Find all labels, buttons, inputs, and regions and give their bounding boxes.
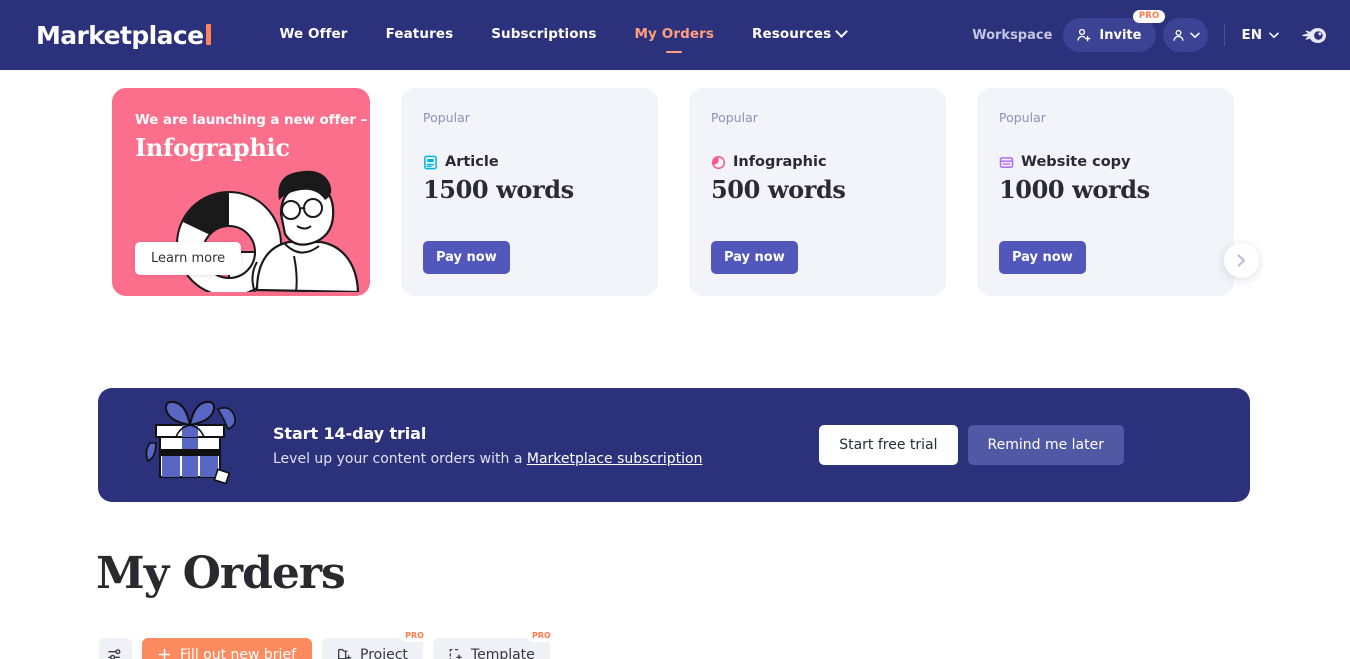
- nav-label: My Orders: [635, 26, 714, 42]
- language-label: EN: [1241, 27, 1262, 43]
- gift-box-illustration: [138, 397, 243, 493]
- nav-item-subscriptions[interactable]: Subscriptions: [491, 26, 596, 44]
- folder-plus-icon: [337, 647, 352, 659]
- chevron-down-icon: [835, 25, 848, 38]
- new-brief-label: Fill out new brief: [180, 647, 296, 659]
- user-plus-icon: [1076, 27, 1092, 43]
- pro-badge: PRO: [1133, 10, 1166, 23]
- marketplace-subscription-link[interactable]: Marketplace subscription: [527, 451, 703, 467]
- template-add-icon: [448, 647, 463, 659]
- template-label: Template: [471, 647, 535, 659]
- user-avatar-icon: [1171, 28, 1186, 43]
- trial-subtitle-prefix: Level up your content orders with a: [273, 451, 527, 467]
- offer-card-article[interactable]: Popular Article 1500 words Pay now: [401, 88, 658, 296]
- logo-text: Marketplace: [36, 21, 203, 50]
- plus-icon: [158, 648, 171, 659]
- pay-now-button[interactable]: Pay now: [711, 241, 798, 274]
- promo-title: Infographic: [135, 133, 290, 162]
- invite-button[interactable]: Invite PRO: [1063, 18, 1156, 52]
- pro-badge: PRO: [400, 630, 429, 642]
- offers-carousel: We are launching a new offer – Infograph…: [112, 88, 1234, 296]
- offer-type-row: Infographic: [711, 154, 924, 170]
- nav-item-features[interactable]: Features: [386, 26, 454, 44]
- offer-words: 1000 words: [999, 175, 1212, 204]
- popular-badge: Popular: [423, 110, 636, 125]
- pay-now-button[interactable]: Pay now: [423, 241, 510, 274]
- project-button[interactable]: Project PRO: [322, 638, 423, 659]
- popular-badge: Popular: [711, 110, 924, 125]
- template-button[interactable]: Template PRO: [433, 638, 550, 659]
- nav-item-my-orders[interactable]: My Orders: [635, 26, 714, 44]
- offer-type-row: Article: [423, 154, 636, 170]
- trial-title: Start 14-day trial: [273, 424, 703, 443]
- chevron-right-icon: [1237, 254, 1246, 267]
- nav-item-we-offer[interactable]: We Offer: [279, 26, 347, 44]
- filters-icon: [107, 646, 124, 659]
- header-divider: [1224, 24, 1225, 46]
- offer-card-website-copy[interactable]: Popular Website copy 1000 words Pay now: [977, 88, 1234, 296]
- nav-label: Resources: [752, 26, 831, 42]
- promo-eyebrow: We are launching a new offer –: [135, 112, 367, 128]
- offer-type-label: Website copy: [1021, 154, 1131, 170]
- user-account-menu[interactable]: [1163, 18, 1208, 52]
- nav-label: Features: [386, 26, 454, 42]
- header-actions: Workspace Invite PRO EN: [972, 18, 1328, 52]
- main-nav: We Offer Features Subscriptions My Order…: [279, 26, 846, 44]
- trial-actions: Start free trial Remind me later: [819, 425, 1224, 465]
- workspace-label: Workspace: [972, 28, 1052, 43]
- offer-words: 500 words: [711, 175, 924, 204]
- start-free-trial-button[interactable]: Start free trial: [819, 425, 957, 465]
- orders-toolbar: Fill out new brief Project PRO Template …: [99, 638, 550, 659]
- offer-type-row: Website copy: [999, 154, 1212, 170]
- app-logo[interactable]: Marketplace: [36, 21, 211, 50]
- remind-me-later-button[interactable]: Remind me later: [968, 425, 1124, 465]
- browser-window-icon: [999, 155, 1014, 170]
- page-title: My Orders: [96, 548, 345, 599]
- logo-accent-bar: [206, 24, 211, 45]
- nav-item-resources[interactable]: Resources: [752, 26, 846, 44]
- main-content: We are launching a new offer – Infograph…: [0, 70, 1350, 659]
- pay-now-button[interactable]: Pay now: [999, 241, 1086, 274]
- pro-badge: PRO: [527, 630, 556, 642]
- offer-words: 1500 words: [423, 175, 636, 204]
- trial-promo-banner: Start 14-day trial Level up your content…: [98, 388, 1250, 502]
- carousel-next-button[interactable]: [1224, 243, 1259, 278]
- semrush-logo-icon[interactable]: [1301, 26, 1328, 45]
- invite-label: Invite: [1099, 28, 1141, 43]
- filters-button[interactable]: [99, 638, 132, 659]
- chevron-down-icon: [1190, 32, 1200, 39]
- fill-out-new-brief-button[interactable]: Fill out new brief: [142, 638, 312, 659]
- chevron-down-icon: [1269, 32, 1279, 39]
- trial-text-block: Start 14-day trial Level up your content…: [273, 424, 703, 467]
- pie-chart-icon: [711, 155, 726, 170]
- top-navigation-bar: Marketplace We Offer Features Subscripti…: [0, 0, 1350, 70]
- learn-more-button[interactable]: Learn more: [135, 242, 241, 275]
- nav-label: We Offer: [279, 26, 347, 42]
- popular-badge: Popular: [999, 110, 1212, 125]
- offer-type-label: Infographic: [733, 154, 827, 170]
- language-selector[interactable]: EN: [1241, 27, 1279, 43]
- nav-label: Subscriptions: [491, 26, 596, 42]
- promo-card-infographic[interactable]: We are launching a new offer – Infograph…: [112, 88, 370, 296]
- offer-card-infographic[interactable]: Popular Infographic 500 words Pay now: [689, 88, 946, 296]
- article-icon: [423, 155, 438, 170]
- trial-subtitle: Level up your content orders with a Mark…: [273, 451, 703, 467]
- project-label: Project: [360, 647, 408, 659]
- offer-type-label: Article: [445, 154, 499, 170]
